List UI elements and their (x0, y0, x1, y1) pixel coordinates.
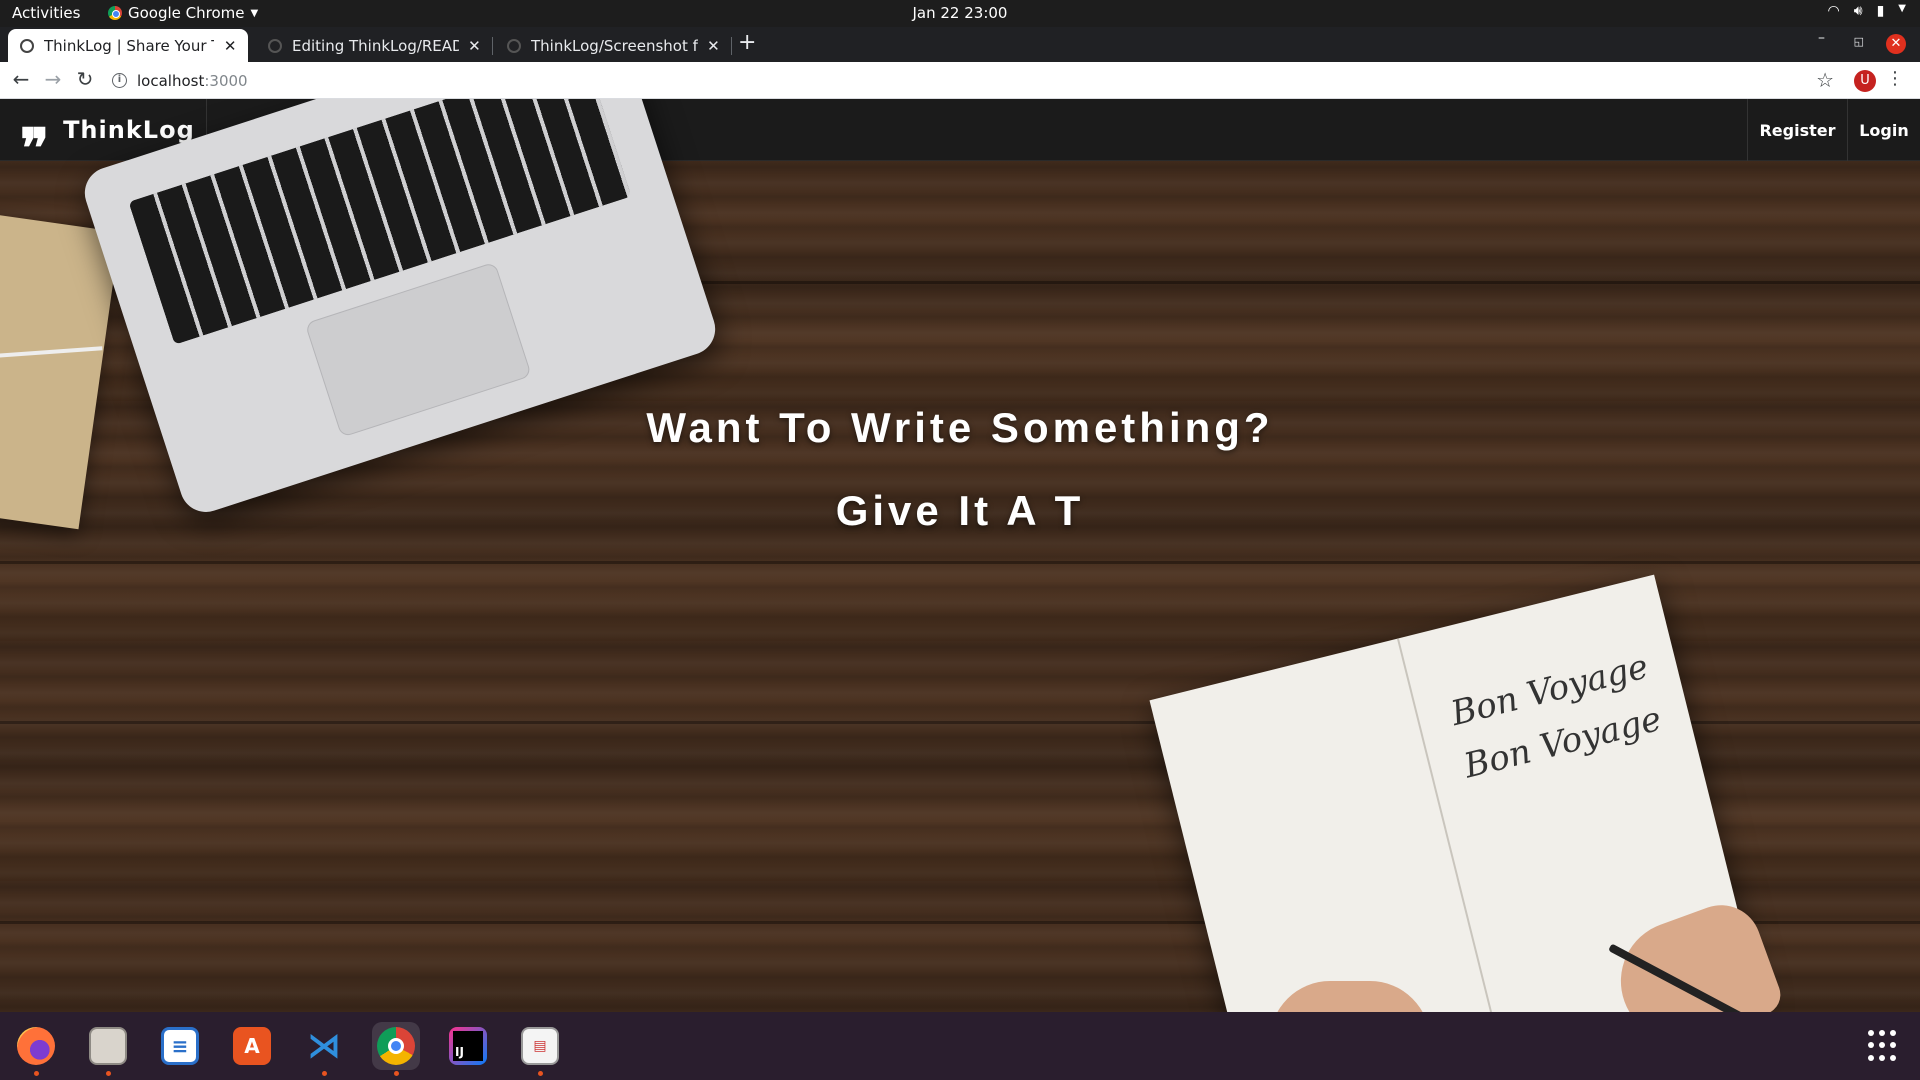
dock-intellij[interactable]: IJ (444, 1022, 492, 1070)
reload-button[interactable]: ↻ (72, 67, 98, 91)
chrome-icon (377, 1027, 415, 1065)
address-bar[interactable]: i localhost:3000 (112, 66, 248, 95)
running-indicator (106, 1071, 111, 1076)
running-indicator (34, 1071, 39, 1076)
bookmark-star-icon[interactable]: ☆ (1816, 68, 1834, 92)
menu-kebab-icon[interactable]: ⋮ (1886, 68, 1904, 89)
restore-button[interactable]: ◱ (1854, 35, 1864, 48)
minimize-button[interactable]: – (1818, 30, 1825, 46)
volume-icon: 🔊︎ (1853, 3, 1863, 19)
url-host: localhost (137, 71, 205, 90)
tab-title: ThinkLog | Share Your Thoughts (44, 36, 214, 55)
hero-subtitle: Give It A T (835, 487, 1085, 534)
brand-name: ThinkLog (63, 116, 195, 144)
tab-editing-readme[interactable]: Editing ThinkLog/README.md ✕ (256, 29, 492, 62)
dock-files[interactable] (84, 1022, 132, 1076)
login-link[interactable]: Login (1847, 99, 1920, 161)
dock-chrome[interactable] (372, 1022, 420, 1076)
tab-title: Editing ThinkLog/README.md (292, 36, 459, 55)
tab-thinklog[interactable]: ThinkLog | Share Your Thoughts ✕ (8, 29, 248, 62)
system-tray[interactable]: ◠ 🔊︎ ▮ ▼ (1828, 3, 1906, 19)
tab-strip: ThinkLog | Share Your Thoughts ✕ Editing… (0, 27, 1920, 62)
show-applications-icon[interactable] (1868, 1030, 1900, 1062)
clock[interactable]: Jan 22 23:00 (0, 4, 1920, 22)
tab-divider (731, 37, 732, 55)
dock-software-center[interactable]: A (228, 1022, 276, 1070)
forward-button[interactable]: → (40, 67, 66, 91)
notebook-script: Bon Voyage Bon Voyage (1447, 646, 1666, 787)
firefox-icon (17, 1027, 55, 1065)
github-icon (268, 38, 282, 53)
browser-toolbar: ← → ↻ i localhost:3000 ☆ U ⋮ (0, 62, 1920, 99)
web-page: ❞ ThinkLog Register Login Bon Voyage Bon… (0, 99, 1920, 1012)
window-close-button[interactable]: ✕ (1886, 34, 1906, 54)
system-top-bar: Activities Google Chrome ▼ Jan 22 23:00 … (0, 0, 1920, 27)
url-port: :3000 (204, 71, 248, 90)
close-icon[interactable]: ✕ (706, 37, 721, 55)
running-indicator (538, 1071, 543, 1076)
info-icon[interactable]: i (112, 73, 127, 88)
dock-document-viewer[interactable]: ▤ (516, 1022, 564, 1076)
laptop-image (78, 99, 722, 519)
globe-icon (20, 38, 34, 53)
dock-vscode[interactable]: ⋊ (300, 1022, 348, 1076)
caret-down-icon: ▼ (1898, 3, 1906, 14)
quote-icon: ❞ (20, 116, 50, 180)
tab-screenshot[interactable]: ThinkLog/Screenshot from ✕ (495, 29, 731, 62)
document-viewer-icon: ▤ (521, 1027, 559, 1065)
intellij-icon: IJ (449, 1027, 487, 1065)
close-icon[interactable]: ✕ (222, 37, 238, 55)
tab-divider (492, 37, 493, 55)
tab-title: ThinkLog/Screenshot from (531, 36, 698, 55)
writer-icon: ≡ (161, 1027, 199, 1065)
vscode-icon: ⋊ (307, 1026, 341, 1066)
profile-avatar[interactable]: U (1854, 70, 1876, 92)
github-icon (507, 38, 521, 53)
hero-title: Want To Write Something? (646, 404, 1274, 451)
dock: ≡ A ⋊ IJ ▤ (0, 1012, 1920, 1080)
running-indicator (322, 1071, 327, 1076)
wifi-icon: ◠ (1827, 3, 1840, 19)
close-icon[interactable]: ✕ (467, 37, 482, 55)
running-indicator (394, 1071, 399, 1076)
software-center-icon: A (233, 1027, 271, 1065)
wood-seam (0, 561, 1920, 564)
dock-writer[interactable]: ≡ (156, 1022, 204, 1070)
new-tab-button[interactable]: + (738, 30, 756, 55)
battery-icon: ▮ (1876, 3, 1885, 19)
register-link[interactable]: Register (1747, 99, 1847, 161)
paper-stack-image (0, 212, 121, 530)
dock-firefox[interactable] (12, 1022, 60, 1076)
back-button[interactable]: ← (8, 67, 34, 91)
hero-banner: Bon Voyage Bon Voyage Want To Write Some… (0, 99, 1920, 1012)
files-icon (89, 1027, 127, 1065)
